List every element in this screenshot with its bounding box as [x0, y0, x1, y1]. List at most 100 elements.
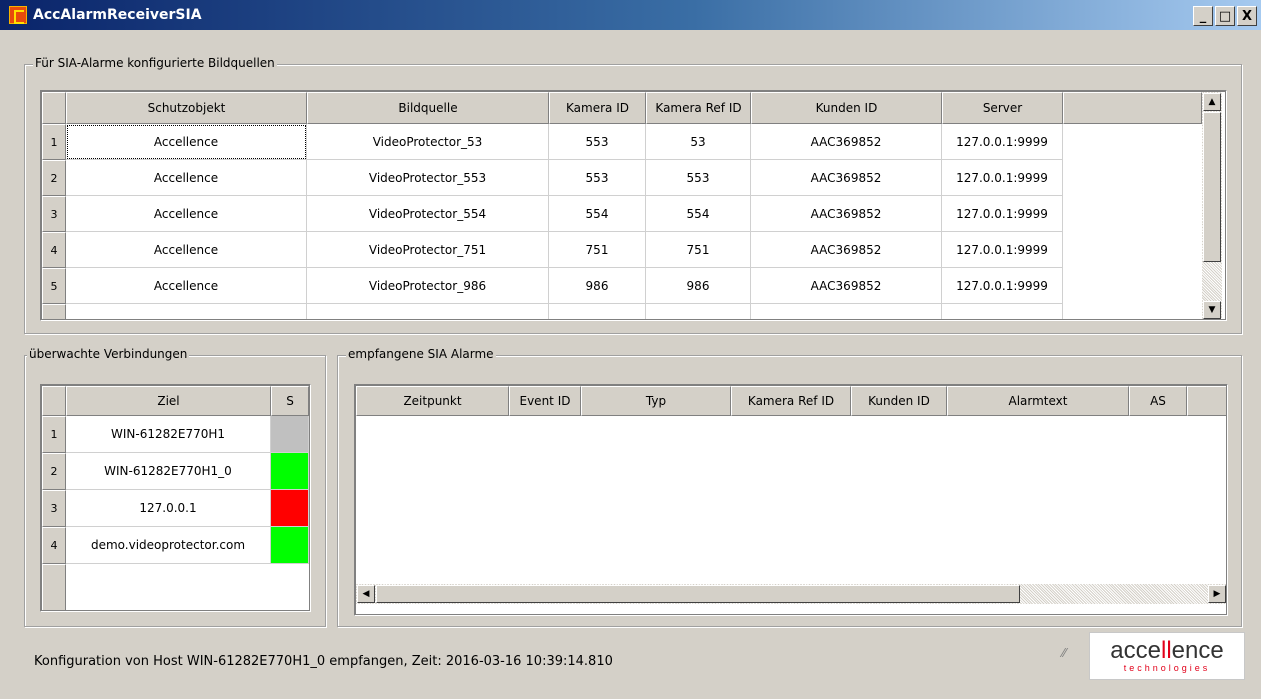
table-cell[interactable]: AAC369852 [751, 160, 942, 196]
table-cell[interactable]: 751 [646, 232, 751, 268]
column-header[interactable]: Schutzobjekt [66, 92, 307, 124]
connection-target[interactable]: demo.videoprotector.com [66, 527, 271, 564]
window-controls: _ □ X [1193, 6, 1257, 26]
scroll-down-button[interactable]: ▼ [1203, 301, 1221, 319]
row-header[interactable]: 4 [42, 527, 66, 564]
corner-header [42, 92, 66, 124]
scroll-right-button[interactable]: ▶ [1208, 585, 1226, 603]
sources-table[interactable]: Schutzobjekt Bildquelle Kamera ID Kamera Re… [40, 90, 1227, 321]
maximize-button[interactable]: □ [1215, 6, 1235, 26]
table-cell[interactable]: Accellence [66, 160, 307, 196]
table-cell[interactable]: 751 [549, 232, 646, 268]
column-header[interactable]: Kamera Ref ID [731, 386, 851, 416]
table-cell[interactable]: VideoProtector_751 [307, 232, 549, 268]
table-cell[interactable]: VideoProtector_554 [307, 196, 549, 232]
connection-target[interactable]: WIN-61282E770H1_0 [66, 453, 271, 490]
scroll-up-button[interactable]: ▲ [1203, 93, 1221, 111]
row-header[interactable]: 3 [42, 196, 66, 232]
table-cell[interactable]: 553 [646, 160, 751, 196]
table-cell[interactable] [751, 304, 942, 319]
column-header[interactable]: Kamera ID [549, 92, 646, 124]
column-header[interactable]: S [271, 386, 309, 416]
column-header-filler [1063, 92, 1202, 124]
scroll-left-button[interactable]: ◀ [357, 585, 375, 603]
table-cell[interactable]: Accellence [66, 196, 307, 232]
row-header[interactable]: 3 [42, 490, 66, 527]
table-cell[interactable]: Accellence [66, 268, 307, 304]
alarms-table[interactable]: Zeitpunkt Event ID Typ Kamera Ref ID Kunden … [354, 384, 1228, 616]
row-header[interactable]: 1 [42, 124, 66, 160]
connections-table[interactable]: Ziel S 1 WIN-61282E770H1 2 WIN-61282E770H1_0 3… [40, 384, 311, 612]
row-header[interactable]: 2 [42, 453, 66, 490]
connection-status-indicator [271, 490, 309, 527]
table-cell[interactable] [549, 304, 646, 319]
column-header[interactable]: Server [942, 92, 1063, 124]
table-cell[interactable]: 553 [549, 124, 646, 160]
table-cell[interactable]: 554 [646, 196, 751, 232]
row-header[interactable]: 2 [42, 160, 66, 196]
table-cell[interactable]: 127.0.0.1:9999 [942, 232, 1063, 268]
sources-table-body: Schutzobjekt Bildquelle Kamera ID Kamera Re… [42, 92, 1225, 319]
horizontal-scrollbar[interactable]: ◀ ▶ [356, 584, 1226, 604]
table-cell[interactable]: Accellence [66, 124, 307, 160]
connection-target[interactable]: 127.0.0.1 [66, 490, 271, 527]
connection-status-indicator [271, 416, 309, 453]
app-icon[interactable] [9, 6, 27, 24]
column-header[interactable]: Alarmtext [947, 386, 1129, 416]
scroll-thumb[interactable] [376, 585, 1020, 603]
window-title: AccAlarmReceiverSIA [33, 7, 202, 23]
close-button[interactable]: X [1237, 6, 1257, 26]
table-cell[interactable]: VideoProtector_53 [307, 124, 549, 160]
scroll-thumb[interactable] [1203, 112, 1221, 262]
table-cell[interactable]: VideoProtector_986 [307, 268, 549, 304]
table-cell[interactable] [942, 304, 1063, 319]
sources-group-title: Für SIA-Alarme konfigurierte Bildquellen [33, 56, 277, 70]
alarms-table-body: Zeitpunkt Event ID Typ Kamera Ref ID Kunden … [356, 386, 1226, 614]
title-bar[interactable]: AccAlarmReceiverSIA _ □ X [0, 0, 1261, 30]
column-header[interactable]: Bildquelle [307, 92, 549, 124]
table-cell[interactable]: 127.0.0.1:9999 [942, 124, 1063, 160]
row-header[interactable] [42, 304, 66, 319]
column-header[interactable]: Zeitpunkt [356, 386, 509, 416]
column-header-filler [1187, 386, 1226, 416]
table-cell[interactable]: 554 [549, 196, 646, 232]
connections-group-title: überwachte Verbindungen [27, 347, 190, 361]
column-header[interactable]: AS [1129, 386, 1187, 416]
table-cell[interactable]: VideoProtector_553 [307, 160, 549, 196]
minimize-button[interactable]: _ [1193, 6, 1213, 26]
table-cell[interactable]: Accellence [66, 232, 307, 268]
row-header-filler [42, 564, 66, 610]
table-cell[interactable] [646, 304, 751, 319]
table-cell[interactable]: AAC369852 [751, 268, 942, 304]
logo-wordmark: accellence [1110, 639, 1223, 663]
connection-status-indicator [271, 527, 309, 564]
table-cell[interactable]: 127.0.0.1:9999 [942, 196, 1063, 232]
column-header[interactable]: Kunden ID [751, 92, 942, 124]
resize-grip-icon[interactable]: ⁄⁄ [1062, 646, 1076, 660]
connections-table-body: Ziel S 1 WIN-61282E770H1 2 WIN-61282E770H1_0 3… [42, 386, 309, 610]
table-cell[interactable]: 986 [549, 268, 646, 304]
column-header[interactable]: Typ [581, 386, 731, 416]
column-header[interactable]: Event ID [509, 386, 581, 416]
table-cell[interactable] [307, 304, 549, 319]
column-header[interactable]: Ziel [66, 386, 271, 416]
status-text: Konfiguration von Host WIN-61282E770H1_0… [34, 654, 613, 669]
table-cell[interactable]: 553 [549, 160, 646, 196]
row-header[interactable]: 5 [42, 268, 66, 304]
connection-target[interactable]: WIN-61282E770H1 [66, 416, 271, 453]
table-cell[interactable] [66, 304, 307, 319]
column-header[interactable]: Kunden ID [851, 386, 947, 416]
logo-part-b: ll [1160, 637, 1172, 664]
row-header[interactable]: 1 [42, 416, 66, 453]
table-cell[interactable]: 127.0.0.1:9999 [942, 160, 1063, 196]
table-cell[interactable]: AAC369852 [751, 196, 942, 232]
table-cell[interactable]: 986 [646, 268, 751, 304]
vertical-scrollbar[interactable]: ▲ ▼ [1202, 92, 1222, 319]
table-cell[interactable]: 127.0.0.1:9999 [942, 268, 1063, 304]
table-cell[interactable]: AAC369852 [751, 232, 942, 268]
column-header[interactable]: Kamera Ref ID [646, 92, 751, 124]
table-cell[interactable]: 53 [646, 124, 751, 160]
row-header[interactable]: 4 [42, 232, 66, 268]
table-cell[interactable]: AAC369852 [751, 124, 942, 160]
logo-part-c: ence [1171, 637, 1224, 664]
